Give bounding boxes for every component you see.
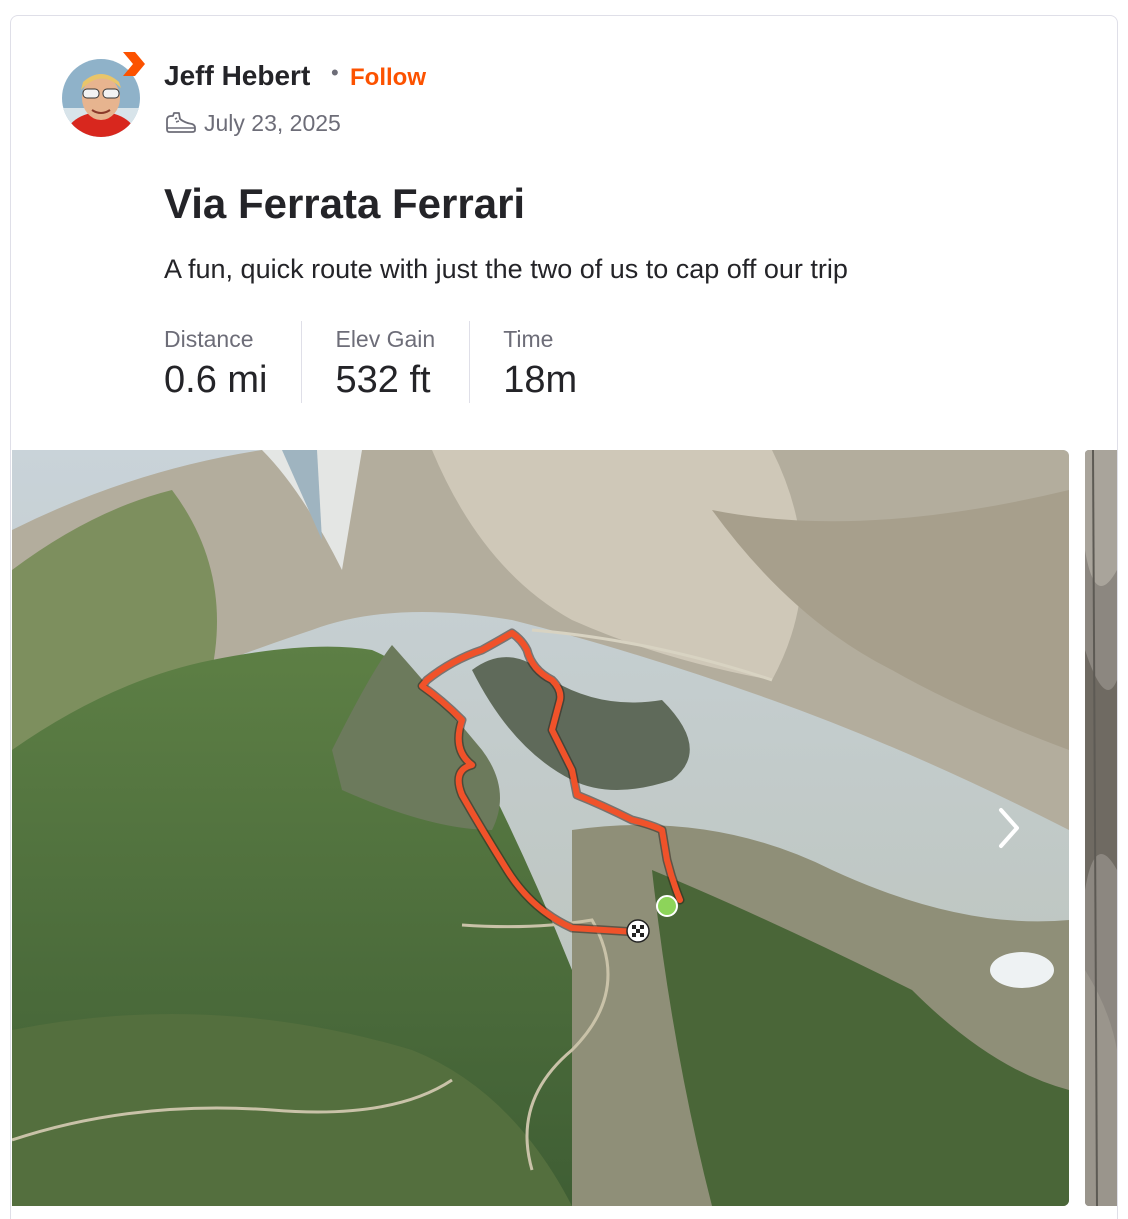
- stat-distance: Distance 0.6 mi: [164, 321, 303, 403]
- stat-elev-gain: Elev Gain 532 ft: [335, 321, 471, 403]
- activity-stats: Distance 0.6 mi Elev Gain 532 ft Time 18…: [164, 321, 644, 403]
- stat-value: 532 ft: [335, 359, 431, 401]
- hike-shoe-icon: [166, 112, 196, 133]
- checkered-flag-icon: [626, 919, 650, 943]
- activity-title[interactable]: Via Ferrata Ferrari: [164, 180, 525, 228]
- stat-value: 18m: [503, 359, 578, 401]
- avatar[interactable]: [61, 52, 145, 138]
- subscriber-badge-icon: [123, 52, 145, 76]
- activity-meta: July 23, 2025: [164, 108, 341, 138]
- stat-time: Time 18m: [503, 321, 611, 403]
- green-dot-icon: [656, 895, 678, 917]
- next-photo-thumbnail[interactable]: [1085, 450, 1117, 1206]
- stat-label: Time: [503, 326, 554, 352]
- route-map[interactable]: [12, 450, 1069, 1206]
- stat-label: Elev Gain: [335, 326, 436, 352]
- athlete-name[interactable]: Jeff Hebert: [164, 60, 310, 92]
- name-separator: •: [331, 60, 339, 85]
- activity-card: Jeff Hebert • Follow July 23, 2025 Via F…: [10, 15, 1118, 1219]
- stat-value: 0.6 mi: [164, 359, 268, 401]
- activity-date: July 23, 2025: [204, 109, 341, 136]
- stat-label: Distance: [164, 326, 254, 352]
- activity-description: A fun, quick route with just the two of …: [164, 254, 848, 284]
- chevron-right-icon[interactable]: [991, 802, 1027, 854]
- follow-button[interactable]: Follow: [350, 64, 426, 92]
